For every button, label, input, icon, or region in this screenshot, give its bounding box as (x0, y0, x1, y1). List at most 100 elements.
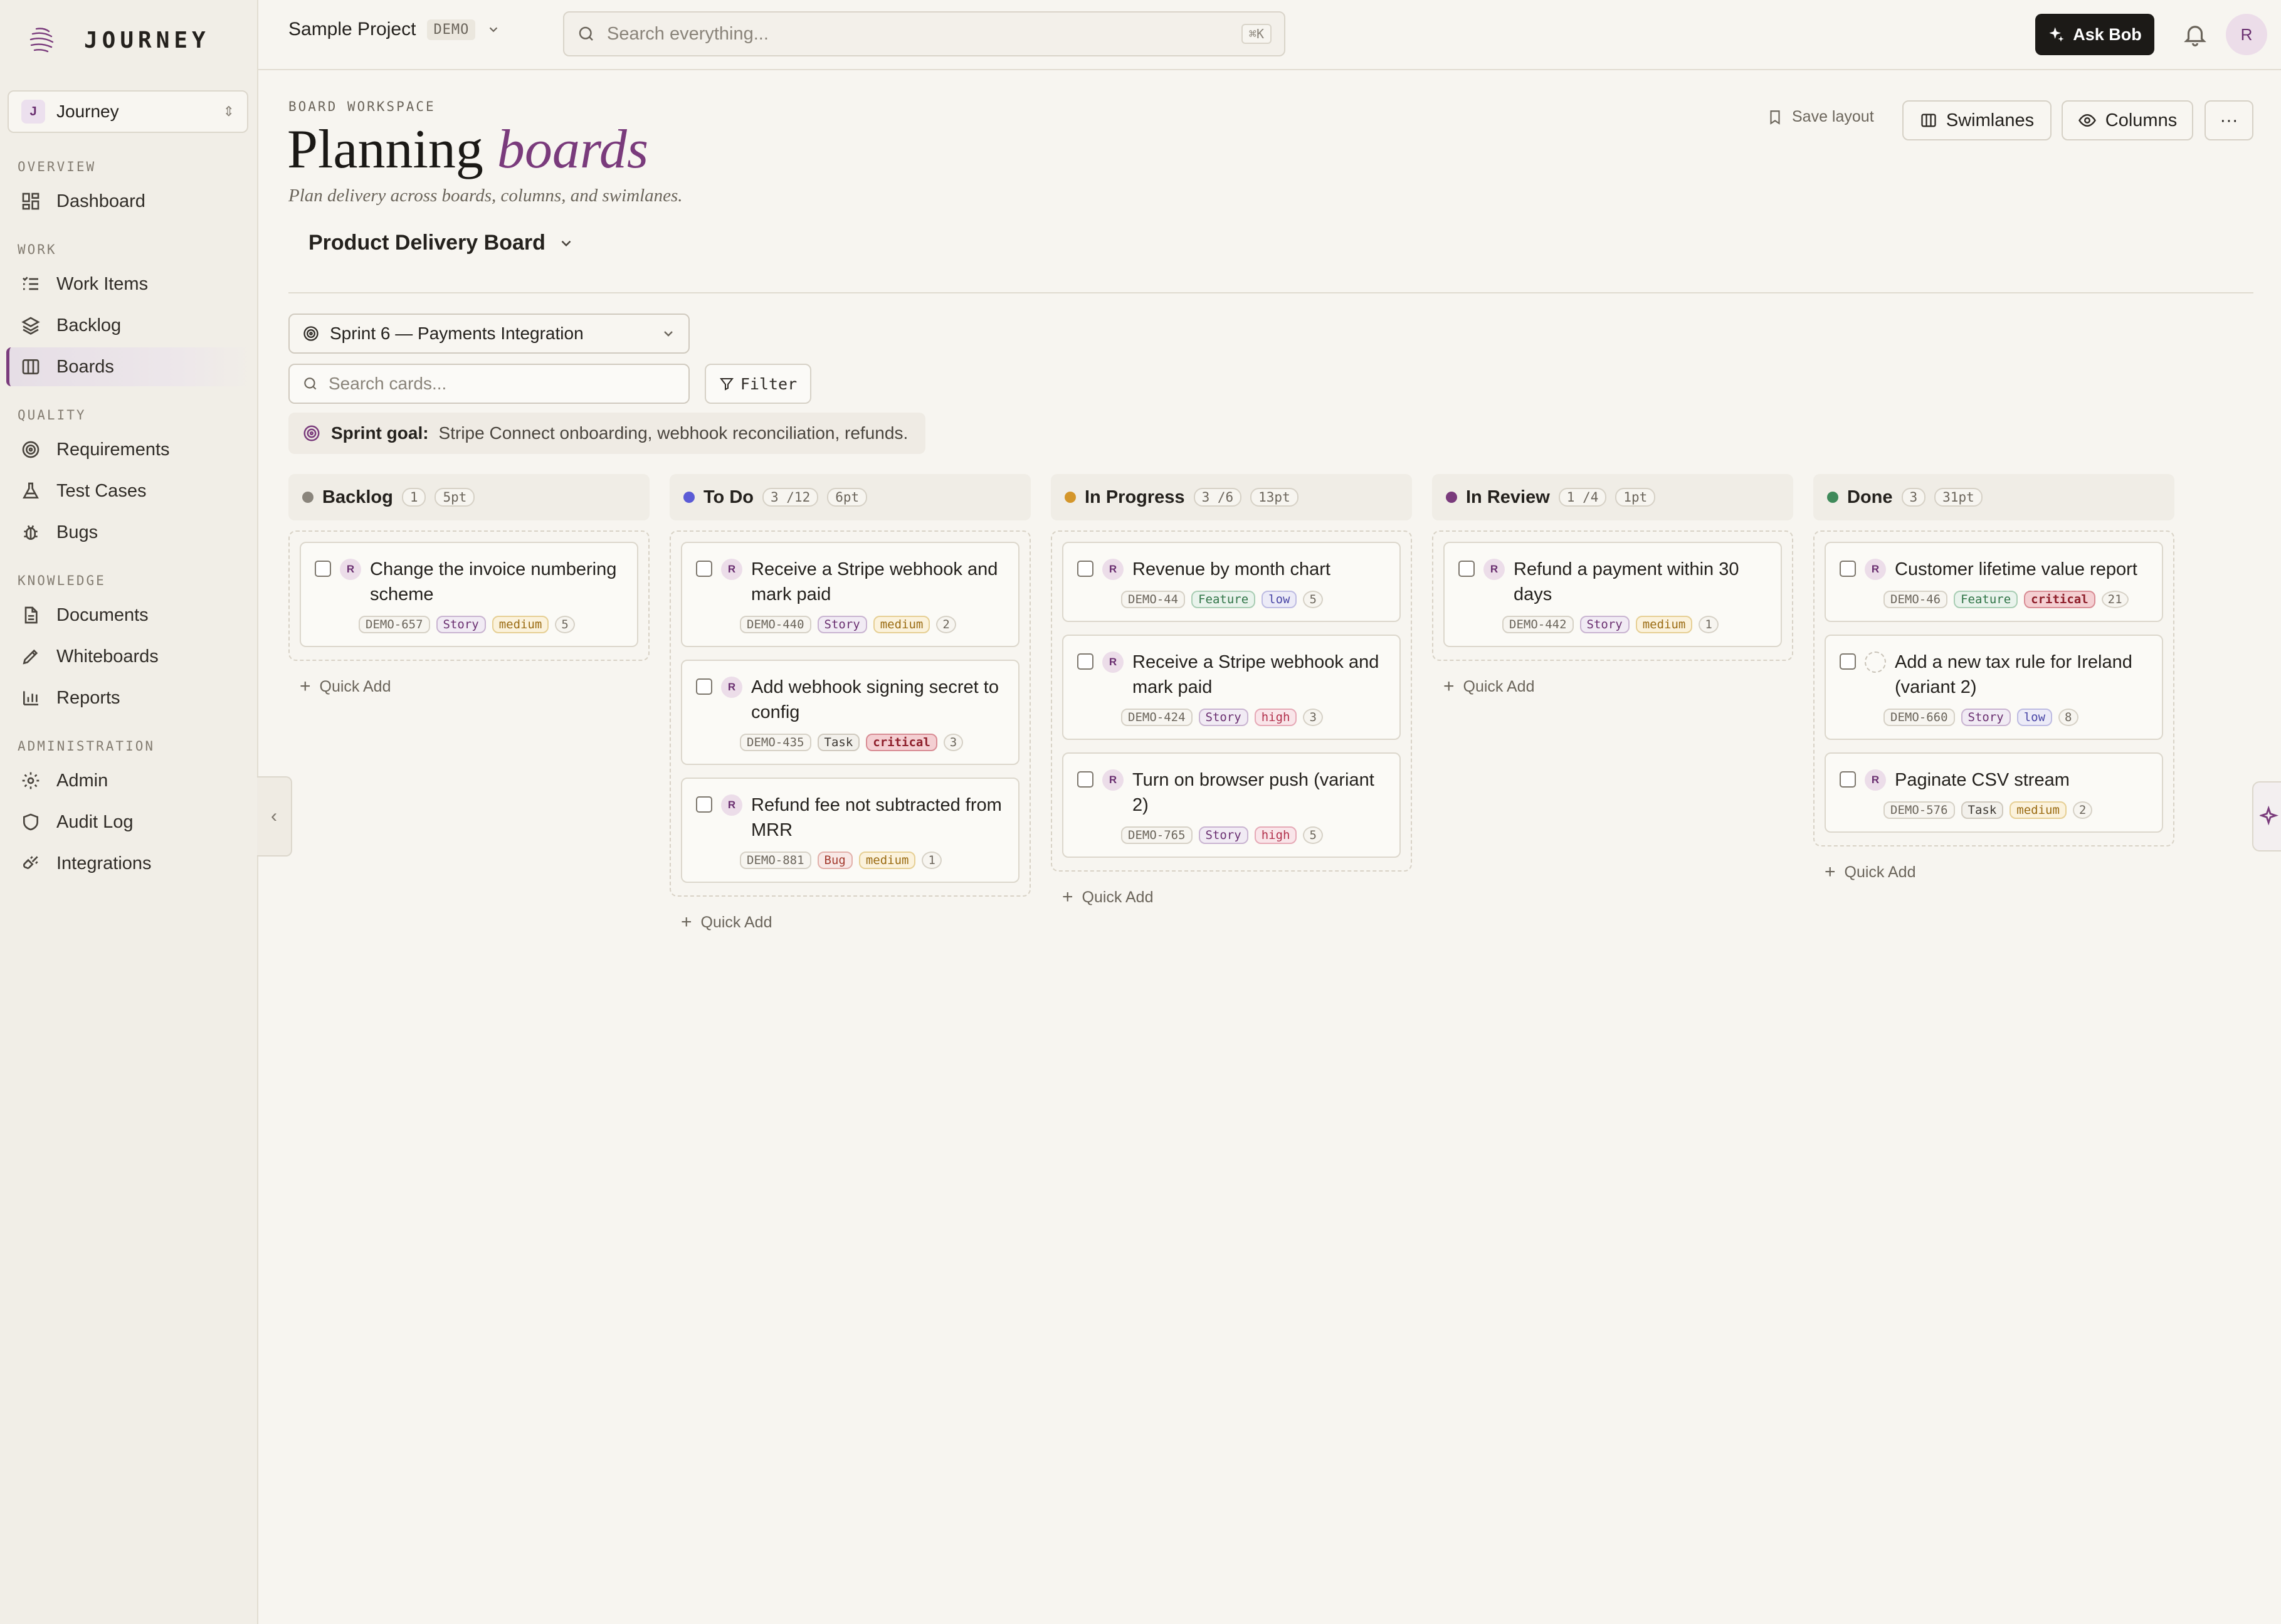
board-card[interactable]: R Customer lifetime value report DEMO-46 Fe… (1825, 542, 2163, 622)
swimlanes-button[interactable]: Swimlanes (1902, 100, 2052, 140)
unassigned-avatar[interactable] (1865, 651, 1886, 673)
card-points-badge: 2 (936, 616, 956, 633)
card-checkbox[interactable] (696, 796, 712, 813)
eye-icon (2078, 113, 2096, 127)
board-card[interactable]: R Add webhook signing secret to config DEM… (681, 660, 1019, 765)
sidebar-item-whiteboards[interactable]: Whiteboards (6, 637, 252, 676)
global-search-input[interactable] (607, 23, 1230, 45)
app-logo[interactable]: JOURNEY (25, 23, 210, 58)
shield-icon (20, 811, 41, 833)
card-checkbox[interactable] (315, 561, 331, 577)
board-selector[interactable]: Product Delivery Board (308, 231, 574, 255)
sidebar-item-bugs[interactable]: Bugs (6, 513, 252, 552)
sidebar-item-backlog[interactable]: Backlog (6, 306, 252, 345)
card-search-input[interactable] (329, 374, 676, 394)
collapse-sidebar-button[interactable]: ‹ (257, 776, 292, 857)
card-priority-badge: critical (866, 734, 937, 751)
board-card[interactable]: R Change the invoice numbering scheme DEMO… (300, 542, 638, 647)
column-points: 31pt (1934, 488, 1983, 507)
assignee-avatar[interactable]: R (1865, 559, 1886, 580)
card-checkbox[interactable] (1840, 653, 1856, 670)
workspace-switcher[interactable]: J Journey ⇕ (8, 90, 248, 133)
quick-add-button[interactable]: + Quick Add (1432, 661, 1793, 712)
board-card[interactable]: R Paginate CSV stream DEMO-576 Task medium 2 (1825, 752, 2163, 833)
assignee-avatar[interactable]: R (721, 677, 742, 698)
quick-add-button[interactable]: + Quick Add (1051, 872, 1412, 923)
quick-add-button[interactable]: + Quick Add (288, 661, 650, 712)
sidebar-item-reports[interactable]: Reports (6, 678, 252, 717)
board-card[interactable]: R Revenue by month chart DEMO-44 Feature low… (1062, 542, 1401, 622)
card-checkbox[interactable] (1840, 561, 1856, 577)
column-header[interactable]: Backlog 1 5pt (288, 474, 650, 520)
project-tag: DEMO (427, 19, 476, 40)
column-header[interactable]: In Progress 3 /6 13pt (1051, 474, 1412, 520)
sidebar-item-documents[interactable]: Documents (6, 596, 252, 635)
columns-button[interactable]: Columns (2062, 100, 2193, 140)
board-column: Backlog 1 5pt R Change the invoice numbering… (288, 474, 650, 712)
board-card[interactable]: R Receive a Stripe webhook and mark paid D… (1062, 635, 1401, 740)
assignee-avatar[interactable]: R (1865, 769, 1886, 791)
board-column: To Do 3 /12 6pt R Receive a Stripe webhook a… (670, 474, 1031, 948)
sidebar-item-audit-log[interactable]: Audit Log (6, 803, 252, 841)
sidebar-item-label: Integrations (56, 853, 152, 873)
board-card[interactable]: R Turn on browser push (variant 2) DEMO-76… (1062, 752, 1401, 858)
assignee-avatar[interactable]: R (721, 559, 742, 580)
card-checkbox[interactable] (696, 678, 712, 695)
sidebar-item-dashboard[interactable]: Dashboard (6, 182, 252, 221)
quick-add-label: Quick Add (1844, 863, 1916, 881)
sidebar-item-label: Audit Log (56, 811, 134, 832)
sidebar-item-integrations[interactable]: Integrations (6, 844, 252, 883)
card-id: DEMO-576 (1883, 801, 1955, 819)
sprint-selector[interactable]: Sprint 6 — Payments Integration (288, 314, 690, 354)
columns-label: Columns (2105, 110, 2178, 130)
bell-icon[interactable] (2182, 21, 2208, 48)
card-type-badge: Story (817, 616, 867, 633)
quick-add-button[interactable]: + Quick Add (670, 897, 1031, 948)
assignee-avatar[interactable]: R (1102, 651, 1124, 673)
filter-button[interactable]: Filter (705, 364, 811, 404)
assignee-avatar[interactable]: R (1483, 559, 1505, 580)
filter-label: Filter (740, 374, 798, 393)
ask-bob-label: Ask Bob (2073, 24, 2142, 44)
card-checkbox[interactable] (1458, 561, 1475, 577)
card-priority-badge: medium (1635, 616, 1693, 633)
card-checkbox[interactable] (1077, 771, 1093, 788)
page-title-accent: boards (497, 119, 649, 180)
board-card[interactable]: Add a new tax rule for Ireland (variant … (1825, 635, 2163, 740)
ask-bob-button[interactable]: Ask Bob (2035, 14, 2154, 55)
card-checkbox[interactable] (1077, 561, 1093, 577)
board-card[interactable]: R Refund fee not subtracted from MRR DEMO-… (681, 778, 1019, 883)
card-id: DEMO-435 (740, 734, 811, 751)
ai-assistant-tab[interactable] (2252, 781, 2281, 852)
card-priority-badge: medium (492, 616, 549, 633)
list-icon (20, 273, 41, 295)
card-search[interactable] (288, 364, 690, 404)
sidebar-item-requirements[interactable]: Requirements (6, 430, 252, 469)
sidebar-item-test-cases[interactable]: Test Cases (6, 472, 252, 510)
assignee-avatar[interactable]: R (1102, 559, 1124, 580)
sidebar-item-admin[interactable]: Admin (6, 761, 252, 800)
card-title: Paginate CSV stream (1895, 770, 2070, 790)
column-title: Done (1847, 487, 1893, 507)
user-avatar[interactable]: R (2226, 14, 2267, 55)
global-search[interactable]: ⌘K (563, 11, 1285, 56)
more-options-button[interactable]: ··· (2205, 100, 2253, 140)
column-header[interactable]: To Do 3 /12 6pt (670, 474, 1031, 520)
card-checkbox[interactable] (1840, 771, 1856, 788)
save-layout-button[interactable]: Save layout (1767, 108, 1874, 126)
board-card[interactable]: R Refund a payment within 30 days DEMO-442… (1443, 542, 1782, 647)
sidebar-item-work-items[interactable]: Work Items (6, 265, 252, 303)
board-card[interactable]: R Receive a Stripe webhook and mark paid D… (681, 542, 1019, 647)
column-header[interactable]: In Review 1 /4 1pt (1432, 474, 1793, 520)
card-checkbox[interactable] (696, 561, 712, 577)
column-header[interactable]: Done 3 31pt (1813, 474, 2174, 520)
sidebar-item-boards[interactable]: Boards (6, 347, 252, 386)
card-checkbox[interactable] (1077, 653, 1093, 670)
assignee-avatar[interactable]: R (721, 794, 742, 816)
assignee-avatar[interactable]: R (340, 559, 361, 580)
quick-add-button[interactable]: + Quick Add (1813, 846, 2174, 898)
column-status-dot (1446, 492, 1457, 503)
card-priority-badge: high (1254, 826, 1297, 844)
project-switcher[interactable]: Sample Project DEMO (288, 19, 500, 40)
assignee-avatar[interactable]: R (1102, 769, 1124, 791)
